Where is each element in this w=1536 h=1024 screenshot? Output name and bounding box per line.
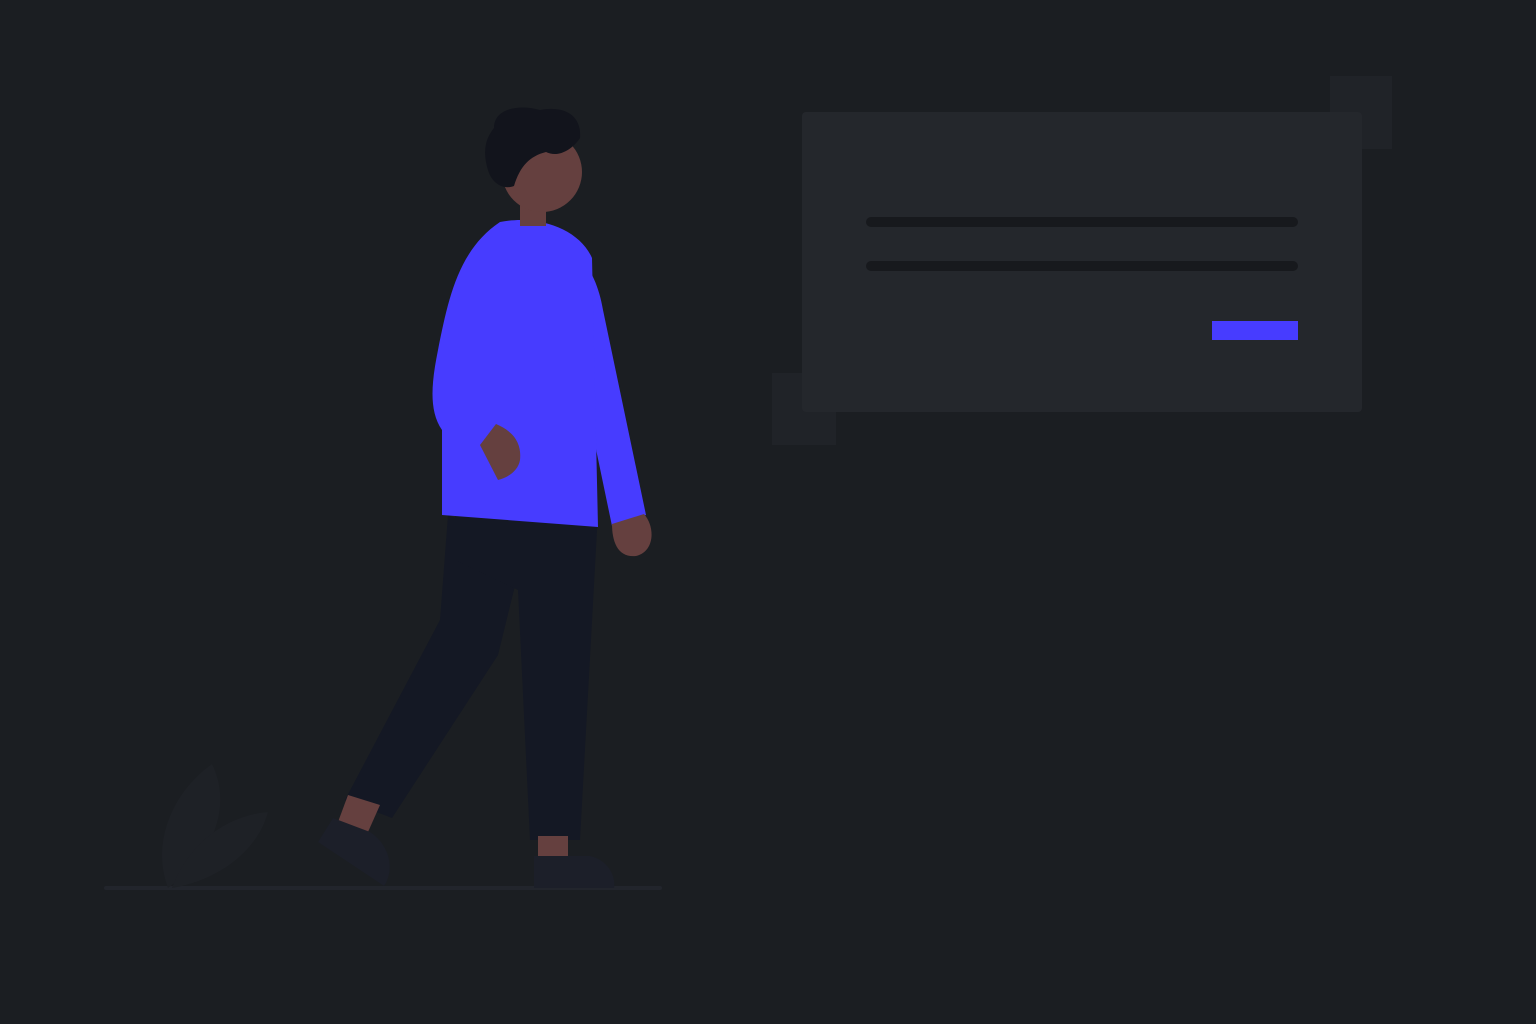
card-text-line-2 bbox=[866, 261, 1298, 271]
placeholder-card bbox=[802, 112, 1362, 412]
card-action-button[interactable] bbox=[1212, 321, 1298, 340]
card-text-line-1 bbox=[866, 217, 1298, 227]
empty-state-illustration bbox=[0, 0, 1536, 1024]
